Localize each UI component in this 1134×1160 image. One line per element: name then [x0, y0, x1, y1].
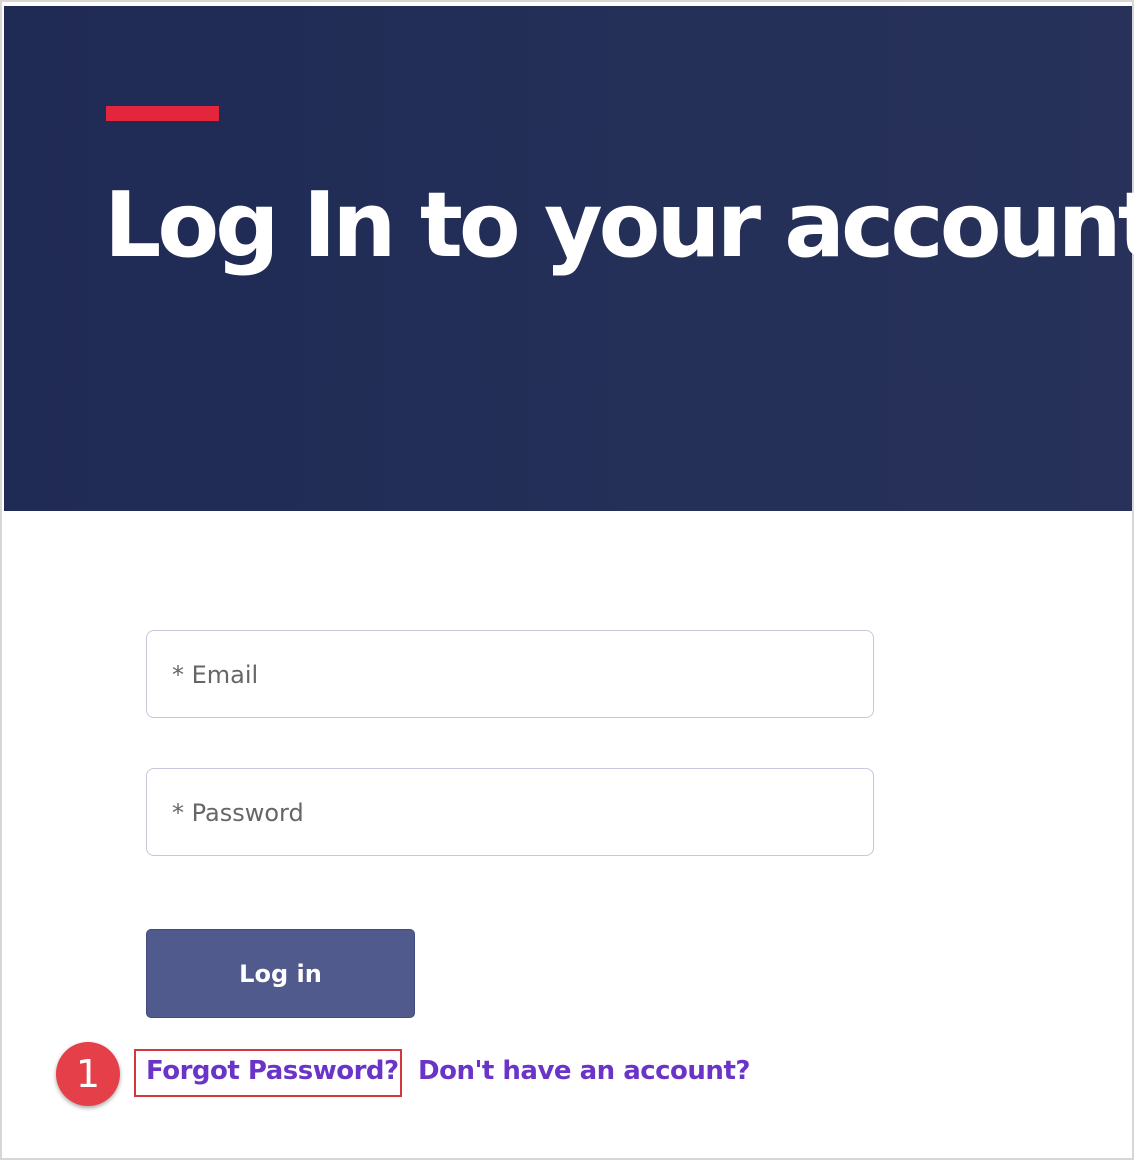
step-badge: 1: [56, 1042, 120, 1106]
page-title: Log In to your account: [104, 173, 1134, 278]
email-field[interactable]: * Email: [146, 630, 874, 718]
page-frame: Log In to your account * Email * Passwor…: [0, 0, 1134, 1160]
login-button[interactable]: Log in: [146, 929, 415, 1018]
hero-accent-bar: [106, 106, 219, 121]
forgot-password-link[interactable]: Forgot Password?: [146, 1056, 399, 1086]
password-field[interactable]: * Password: [146, 768, 874, 856]
hero-banner: Log In to your account: [4, 6, 1134, 511]
password-field-label: * Password: [172, 799, 304, 827]
email-field-label: * Email: [172, 661, 259, 689]
signup-link[interactable]: Don't have an account?: [418, 1056, 750, 1086]
